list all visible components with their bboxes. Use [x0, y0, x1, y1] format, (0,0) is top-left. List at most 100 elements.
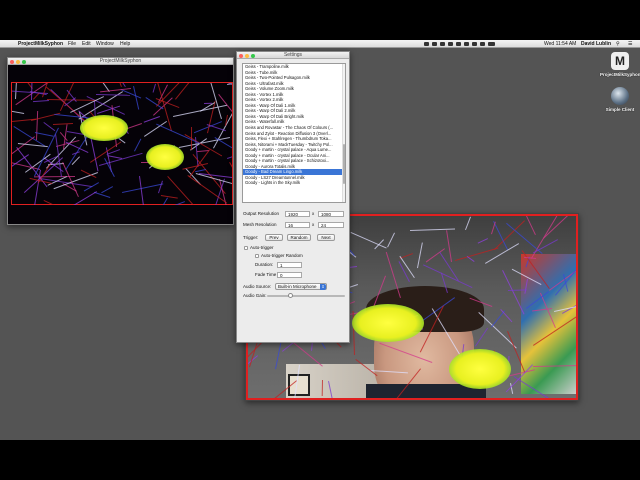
- prev-button[interactable]: Prev: [265, 234, 283, 241]
- close-button[interactable]: [10, 59, 14, 64]
- output-resolution-label: Output Resolution: [243, 211, 280, 216]
- app-menu[interactable]: ProjectMilkSyphon: [18, 40, 63, 48]
- visualizer-streak: [172, 201, 186, 205]
- screen: ProjectMilkSyphon File Edit Window Help …: [0, 0, 640, 480]
- user-menu[interactable]: David Lublin: [581, 40, 611, 48]
- output-window[interactable]: ProjectMilkSyphon: [7, 57, 234, 225]
- visualizer-streak: [160, 194, 178, 199]
- window-title: Settings: [283, 52, 303, 58]
- settings-window[interactable]: Settings Geiss - Trampoline.milk Geiss - …: [236, 51, 350, 343]
- status-icon[interactable]: [456, 42, 461, 46]
- clock[interactable]: Wed 11:54 AM: [544, 40, 576, 48]
- zoom-button[interactable]: [22, 59, 26, 64]
- status-icon[interactable]: [424, 42, 429, 46]
- window-title: ProjectMilkSyphon: [99, 58, 142, 64]
- menu-file[interactable]: File: [68, 40, 76, 48]
- fade-time-field[interactable]: 0: [277, 272, 302, 278]
- chevron-updown-icon: ⇕: [320, 284, 326, 290]
- visualizer-streak: [195, 168, 207, 172]
- menu-edit[interactable]: Edit: [82, 40, 91, 48]
- visualizer-streak: [95, 93, 130, 96]
- desktop-icon-simple-client[interactable]: Simple Client: [600, 87, 640, 112]
- visualizer-blob: [80, 115, 128, 141]
- auto-trigger-checkbox[interactable]: [244, 246, 248, 250]
- output-width-field[interactable]: 1920: [285, 211, 310, 217]
- desktop-icon-label: ProjectMilkSyphon: [600, 72, 640, 77]
- battery-icon[interactable]: [488, 42, 495, 46]
- visualizer-streak: [35, 111, 39, 141]
- zoom-button[interactable]: [251, 53, 255, 58]
- auto-trigger-label: Auto-trigger: [250, 245, 274, 250]
- menu-help[interactable]: Help: [120, 40, 130, 48]
- minimize-button[interactable]: [245, 53, 249, 58]
- audio-source-value: Built-in Microphone: [278, 284, 317, 289]
- volume-icon[interactable]: [480, 42, 485, 46]
- preset-list[interactable]: Geiss - Trampoline.milk Geiss - Tube.milk…: [242, 63, 346, 203]
- next-button[interactable]: Next: [317, 234, 335, 241]
- preset-list-item[interactable]: Goody - Lights in the Sky.milk: [243, 180, 345, 186]
- desktop: ProjectMilkSyphon File Edit Window Help …: [0, 40, 640, 440]
- audio-source-select[interactable]: Built-in Microphone ⇕: [275, 283, 327, 290]
- minimize-button[interactable]: [16, 59, 20, 64]
- visualizer-streak: [32, 99, 49, 102]
- auto-trigger-random-label: Auto-trigger Random: [261, 253, 303, 258]
- mesh-resolution-label: Mesh Resolution: [243, 222, 277, 227]
- preset-list-item[interactable]: Goody + martin - crystal palace - Aqua L…: [243, 147, 345, 153]
- duration-label: Duration:: [255, 262, 274, 267]
- output-height-field[interactable]: 1080: [318, 211, 344, 217]
- visualizer-streaks: [12, 83, 232, 205]
- visualizer-streak: [101, 186, 114, 194]
- times-label: x: [312, 222, 315, 227]
- settings-titlebar[interactable]: Settings: [237, 52, 349, 59]
- auto-trigger-random-checkbox[interactable]: [255, 254, 259, 258]
- visualizer-streak: [227, 151, 232, 159]
- visualizer-streak: [59, 190, 97, 205]
- audio-gain-label: Audio Gain:: [243, 293, 267, 298]
- slider-track[interactable]: [267, 295, 345, 297]
- audio-source-label: Audio Source:: [243, 284, 272, 289]
- slider-knob[interactable]: [287, 293, 293, 298]
- random-button[interactable]: Random: [287, 234, 311, 241]
- bluetooth-icon[interactable]: [464, 42, 469, 46]
- spotlight-icon[interactable]: ⚲: [616, 40, 620, 48]
- close-button[interactable]: [239, 53, 243, 58]
- visualizer-streak: [175, 83, 190, 100]
- mesh-width-field[interactable]: 16: [285, 222, 310, 228]
- visualizer-blob: [146, 144, 184, 170]
- visualizer-streak: [108, 83, 122, 87]
- duration-field[interactable]: 1: [277, 262, 302, 268]
- output-window-titlebar[interactable]: ProjectMilkSyphon: [8, 58, 233, 65]
- visualizer-streak: [134, 138, 142, 152]
- preset-list-item[interactable]: Geiss and Rovastar - The Chaos Of Colour…: [243, 125, 345, 131]
- menu-bar: ProjectMilkSyphon File Edit Window Help …: [0, 40, 640, 48]
- preset-list-scrollbar[interactable]: [342, 64, 345, 202]
- notification-center-icon[interactable]: ☰: [628, 40, 632, 48]
- visualizer-streak: [147, 197, 168, 205]
- visualizer-streak: [32, 92, 40, 100]
- visualizer-streak: [229, 162, 232, 177]
- simple-client-app-icon: [611, 87, 629, 105]
- scrollbar-thumb[interactable]: [342, 144, 345, 184]
- visualizer-streak: [34, 131, 54, 137]
- visualizer-streak: [12, 107, 25, 114]
- visualizer-streak: [121, 183, 163, 193]
- visualizer-canvas: [8, 65, 233, 224]
- status-icon[interactable]: [440, 42, 445, 46]
- visualizer-streak: [110, 83, 127, 88]
- status-icon[interactable]: [432, 42, 437, 46]
- status-icon[interactable]: [448, 42, 453, 46]
- visualizer-streak: [12, 136, 35, 165]
- mesh-height-field[interactable]: 24: [318, 222, 344, 228]
- visualizer-streak: [83, 181, 99, 192]
- fade-time-label: Fade Time: [255, 272, 277, 277]
- projectmilksyphon-app-icon: M: [611, 52, 629, 70]
- visualizer-streak: [143, 115, 160, 123]
- visualizer-streak: [107, 154, 123, 159]
- visualizer-streak: [156, 123, 201, 144]
- preset-list-item[interactable]: Geiss, Flexi + Stahlregen - Thumbdrum To…: [243, 136, 345, 142]
- visualizer-streak: [152, 83, 156, 93]
- wifi-icon[interactable]: [472, 42, 477, 46]
- menu-window[interactable]: Window: [96, 40, 114, 48]
- desktop-icon-projectmilksyphon[interactable]: M ProjectMilkSyphon: [600, 52, 640, 77]
- desktop-icon-label: Simple Client: [605, 107, 635, 112]
